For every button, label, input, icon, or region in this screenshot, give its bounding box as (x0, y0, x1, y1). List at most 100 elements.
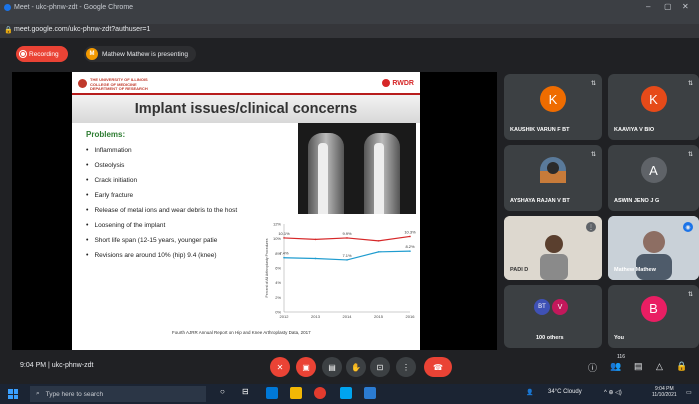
presenter-text: Mathew Mathew is presenting (102, 50, 188, 58)
data-label: 9.9% (342, 231, 352, 236)
problems-list: Inflammation Osteolysis Crack initiation… (86, 143, 286, 263)
record-icon (20, 51, 26, 57)
url-text[interactable]: meet.google.com/ukc-phnw-zdt?authuser=1 (14, 26, 150, 33)
activities-icon[interactable]: △ (656, 361, 663, 372)
presenter-avatar: M (86, 48, 98, 60)
participant-name: KAAVIYA V BIO (614, 127, 655, 133)
system-clock[interactable]: 9:04 PM 11/10/2021 (652, 386, 677, 398)
university-name: THE UNIVERSITY OF ILLINOIS COLLEGE OF ME… (90, 77, 148, 91)
avatar: A (640, 157, 667, 184)
people-tray-icon[interactable]: 👤 (526, 389, 533, 396)
list-item: Revisions are around 10% (hip) 9.4 (knee… (86, 248, 286, 263)
list-item: Osteolysis (86, 158, 286, 173)
word-icon[interactable] (364, 387, 376, 399)
list-item: Loosening of the implant (86, 218, 286, 233)
data-label: 7.4% (279, 251, 289, 256)
data-point-knee (283, 256, 285, 259)
y-tick-label: 4% (275, 280, 281, 285)
x-tick-label: 2013 (311, 314, 321, 319)
rwdr-logo: RWDR (382, 79, 414, 87)
self-tile[interactable]: ⇅ B You (608, 285, 699, 348)
edge-icon[interactable] (266, 387, 278, 399)
info-icon[interactable]: ⓘ (588, 361, 597, 374)
others-tile[interactable]: BT V 100 others (504, 285, 602, 348)
raise-hand-button[interactable]: ✋ (346, 357, 366, 377)
mic-off-icon: ⇅ (590, 81, 596, 87)
data-point-hip (377, 240, 380, 242)
store-icon[interactable] (340, 387, 352, 399)
meeting-time-code: 9:04 PM | ukc-phnw-zdt (20, 362, 94, 369)
participant-name: AYSHAYA RAJAN V BT (510, 198, 570, 204)
notifications-icon[interactable]: ▭ (686, 389, 692, 396)
participant-tile[interactable]: ⇅ K KAUSHIK VARUN F BT (504, 74, 602, 140)
data-point-hip (314, 238, 317, 241)
x-tick-label: 2014 (343, 314, 353, 319)
participant-name: ASWIN JENO J G (614, 198, 660, 204)
mic-toggle-button[interactable]: ✕ (270, 357, 290, 377)
rwdr-logo-icon (382, 79, 391, 87)
tray-icons[interactable]: ^ ⊕ ◁) (604, 389, 622, 396)
mic-off-icon: ⇅ (687, 81, 693, 87)
slide-banner: THE UNIVERSITY OF ILLINOIS COLLEGE OF ME… (76, 77, 416, 91)
others-count: 100 others (536, 335, 564, 341)
y-axis-label: Percent of All Arthroplasty Procedures (265, 238, 269, 297)
mic-off-icon: ⇅ (590, 152, 596, 158)
speaking-indicator-icon: ◉ (683, 222, 693, 232)
maximize-icon[interactable]: ▢ (664, 2, 672, 11)
lock-icon: 🔒 (4, 27, 13, 34)
profile-photo-icon (540, 162, 566, 184)
search-icon: ⌕ (36, 390, 40, 397)
chat-icon[interactable]: ▤ (634, 361, 643, 372)
y-tick-label: 6% (275, 266, 281, 271)
recording-indicator[interactable]: Recording (16, 46, 68, 62)
participant-video-tile[interactable]: ◉ Mathew Mathew (608, 216, 699, 280)
participant-name: You (614, 335, 624, 341)
lock-host-icon[interactable]: 🔒 (676, 361, 687, 372)
presenter-banner: M Mathew Mathew is presenting (84, 46, 196, 62)
search-placeholder: Type here to search (45, 390, 104, 398)
leave-call-button[interactable]: ☎ (424, 357, 452, 377)
file-explorer-icon[interactable] (290, 387, 302, 399)
address-bar[interactable]: 🔒 meet.google.com/ukc-phnw-zdt?authuser=… (0, 24, 699, 38)
avatar: BT (534, 299, 550, 315)
captions-button[interactable]: ▤ (322, 357, 342, 377)
data-label: 7.1% (342, 253, 352, 258)
problems-heading: Problems: (86, 130, 126, 139)
avatar: K (640, 86, 667, 113)
data-point-knee (314, 257, 317, 260)
people-icon[interactable]: 👥 (610, 361, 621, 372)
participant-tile[interactable]: ⇅ AYSHAYA RAJAN V BT (504, 145, 602, 211)
camera-toggle-button[interactable]: ▣ (296, 357, 316, 377)
data-point-hip (409, 235, 411, 238)
avatar: V (552, 299, 568, 315)
list-item: Short life span (12-15 years, younger pa… (86, 233, 286, 248)
windows-start-icon[interactable] (8, 389, 18, 399)
y-tick-label: 2% (275, 295, 281, 300)
mic-off-icon: ⇅ (687, 152, 693, 158)
x-tick-label: 2016 (406, 314, 416, 319)
present-button[interactable]: ⊡ (370, 357, 390, 377)
close-icon[interactable]: ✕ (682, 2, 689, 11)
data-label: 10.3% (404, 229, 416, 234)
minimize-icon[interactable]: – (646, 2, 650, 11)
list-item: Early fracture (86, 188, 286, 203)
data-label: 8.2% (405, 244, 415, 249)
participant-video-tile[interactable]: ⋮ PADI D (504, 216, 602, 280)
browser-titlebar: Meet - ukc-phnw-zdt - Google Chrome – ▢ … (0, 0, 699, 24)
avatar: B (640, 295, 667, 322)
slide-footer: Fourth AJRR Annual Report on Hip and Kne… (172, 330, 311, 335)
list-item: Crack initiation (86, 173, 286, 188)
more-options-button[interactable]: ⋮ (396, 357, 416, 377)
avatar-photo (540, 157, 566, 184)
participant-name: Mathew Mathew (614, 267, 656, 273)
cortana-icon[interactable]: ○ (220, 387, 232, 399)
more-icon[interactable]: ⋮ (586, 222, 596, 232)
participant-tile[interactable]: ⇅ K KAAVIYA V BIO (608, 74, 699, 140)
task-view-icon[interactable]: ⊟ (242, 387, 254, 399)
chrome-icon[interactable] (314, 387, 326, 399)
weather-widget[interactable]: 34°C Cloudy (548, 389, 582, 395)
participant-tile[interactable]: ⇅ A ASWIN JENO J G (608, 145, 699, 211)
avatar: K (540, 86, 566, 113)
slide-title-bar: Implant issues/clinical concerns (72, 93, 420, 123)
taskbar-search-input[interactable]: ⌕ Type here to search (30, 386, 206, 402)
